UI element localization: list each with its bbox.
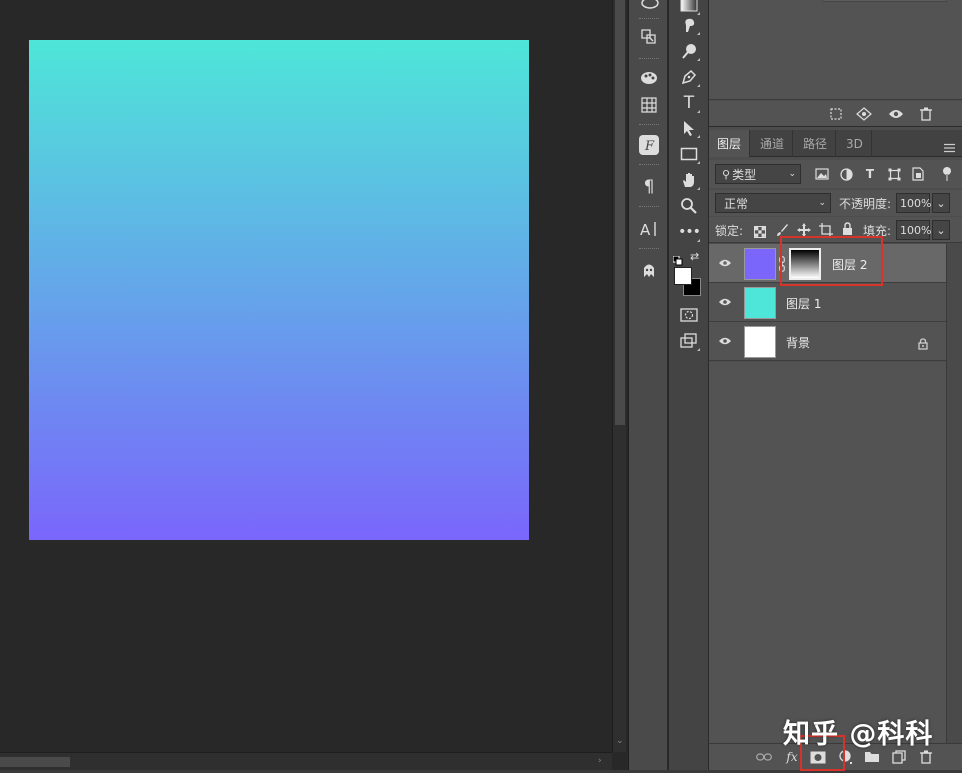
blend-mode-select[interactable]: 正常 ⌄ [715, 193, 831, 213]
layer-row-layer1[interactable]: 图层 1 [709, 283, 946, 322]
blend-mode-value: 正常 [724, 196, 749, 211]
layer-visibility-eye-icon[interactable] [717, 333, 733, 349]
opacity-dropdown-icon[interactable]: ⌄ [932, 193, 950, 213]
layer-thumbnail[interactable] [744, 248, 776, 280]
tools-toolbar: T ••• ⇄ [669, 0, 709, 773]
highlight-box-layer-mask [780, 236, 883, 286]
upper-panel-content [822, 0, 947, 2]
layers-list-empty-area[interactable] [709, 362, 946, 743]
layer-thumbnail[interactable] [744, 287, 776, 319]
character-panel-icon[interactable]: A [637, 218, 661, 240]
layer-lock-icon [918, 335, 928, 354]
fill-input[interactable]: 100% [896, 220, 931, 240]
type-filter-icon[interactable]: T [862, 165, 878, 183]
filter-kind-value: 类型 [732, 167, 757, 182]
artboard-panel-icon[interactable] [637, 26, 661, 48]
filter-kind-select[interactable]: ⚲ 类型 ⌄ [715, 164, 801, 184]
rectangle-tool-icon[interactable] [677, 143, 701, 165]
new-group-folder-icon[interactable] [863, 749, 881, 765]
upper-panel-toolbar [709, 101, 962, 127]
pen-tool-icon[interactable] [677, 66, 701, 88]
layer-visibility-eye-icon[interactable] [717, 255, 733, 271]
layer-thumbnail[interactable] [744, 326, 776, 358]
filter-toggle-icon[interactable] [939, 165, 955, 183]
layer-style-fx-icon[interactable]: fx [783, 749, 801, 765]
zoom-tool-icon[interactable] [677, 195, 701, 217]
swap-colors-icon[interactable]: ⇄ [690, 250, 699, 263]
screen-mode-icon[interactable] [677, 330, 701, 352]
smudge-tool-icon[interactable] [677, 14, 701, 36]
layer-row-background[interactable]: 背景 [709, 322, 946, 361]
lock-label: 锁定: [715, 224, 744, 238]
more-tools-icon[interactable]: ••• [677, 221, 701, 243]
shape-filter-icon[interactable] [886, 165, 902, 183]
glyphs-panel-icon[interactable]: F [637, 134, 661, 156]
trash-icon[interactable] [916, 105, 936, 123]
path-selection-tool-icon[interactable] [677, 117, 701, 139]
layer-visibility-eye-icon[interactable] [717, 294, 733, 310]
panel-grip[interactable] [639, 124, 659, 127]
opacity-label: 不透明度: [839, 197, 892, 211]
panel-grip[interactable] [639, 58, 659, 61]
layers-panel-tabs: 图层 通道 路径 3D [709, 130, 962, 157]
swatches-palette-icon[interactable] [637, 67, 661, 89]
canvas-vertical-scrollbar[interactable]: ⌄ [612, 0, 626, 752]
chevron-down-icon: ⌄ [818, 198, 826, 208]
tab-3d[interactable]: 3D [838, 130, 872, 157]
selection-icon[interactable] [826, 105, 846, 123]
scroll-right-arrow-icon[interactable]: › [598, 756, 602, 766]
type-tool-icon[interactable]: T [677, 92, 701, 114]
quick-mask-icon[interactable] [677, 304, 701, 326]
panel-grip[interactable] [639, 206, 659, 209]
lock-transparent-pixels-icon[interactable] [754, 223, 766, 242]
pixel-layer-filter-icon[interactable] [814, 165, 830, 183]
paragraph-panel-icon[interactable]: ¶ [637, 176, 661, 198]
opacity-input[interactable]: 100% [896, 193, 931, 213]
search-icon: ⚲ [722, 167, 731, 181]
panel-grip[interactable] [639, 248, 659, 251]
layers-scrollbar[interactable] [946, 243, 962, 743]
vertical-scroll-thumb[interactable] [615, 0, 625, 425]
chevron-down-icon: ⌄ [788, 169, 796, 179]
tab-channels[interactable]: 通道 [752, 130, 794, 157]
foreground-color-swatch[interactable] [674, 267, 692, 285]
delete-layer-trash-icon[interactable] [917, 749, 935, 765]
document-canvas-area[interactable] [0, 0, 612, 752]
watermark-text: 知乎 @科科 [783, 719, 934, 750]
grid-panel-icon[interactable] [637, 94, 661, 116]
visibility-eye-icon[interactable] [886, 105, 906, 123]
layer-filter-row: ⚲ 类型 ⌄ T [709, 160, 962, 188]
link-layers-icon[interactable] [755, 749, 773, 765]
layer-name[interactable]: 背景 [786, 334, 810, 351]
horizontal-scroll-thumb[interactable] [0, 757, 70, 767]
panel-grip[interactable] [639, 164, 659, 167]
path-to-selection-icon[interactable] [854, 105, 874, 123]
smart-object-filter-icon[interactable] [910, 165, 926, 183]
panel-grip[interactable] [639, 18, 659, 21]
gradient-artboard[interactable] [29, 40, 529, 540]
dodge-tool-icon[interactable] [677, 40, 701, 62]
new-layer-icon[interactable] [890, 749, 908, 765]
scroll-down-arrow-icon[interactable]: ⌄ [616, 736, 624, 746]
hand-tool-icon[interactable] [677, 169, 701, 191]
fill-dropdown-icon[interactable]: ⌄ [932, 220, 950, 240]
upper-panel [709, 0, 962, 100]
puppet-panel-icon[interactable] [637, 259, 661, 281]
default-colors-icon[interactable] [672, 251, 683, 266]
blend-mode-row: 正常 ⌄ 不透明度: 100% ⌄ [709, 190, 962, 216]
history-panel-icon[interactable] [638, 0, 662, 14]
svg-text:A: A [640, 221, 651, 238]
svg-text:F: F [644, 139, 655, 154]
tab-layers[interactable]: 图层 [709, 130, 751, 157]
tab-paths[interactable]: 路径 [795, 130, 837, 157]
layer-name[interactable]: 图层 1 [786, 295, 821, 312]
panel-icon-strip: F ¶ A [628, 0, 668, 773]
adjustment-filter-icon[interactable] [838, 165, 854, 183]
panel-menu-icon[interactable] [944, 138, 955, 153]
